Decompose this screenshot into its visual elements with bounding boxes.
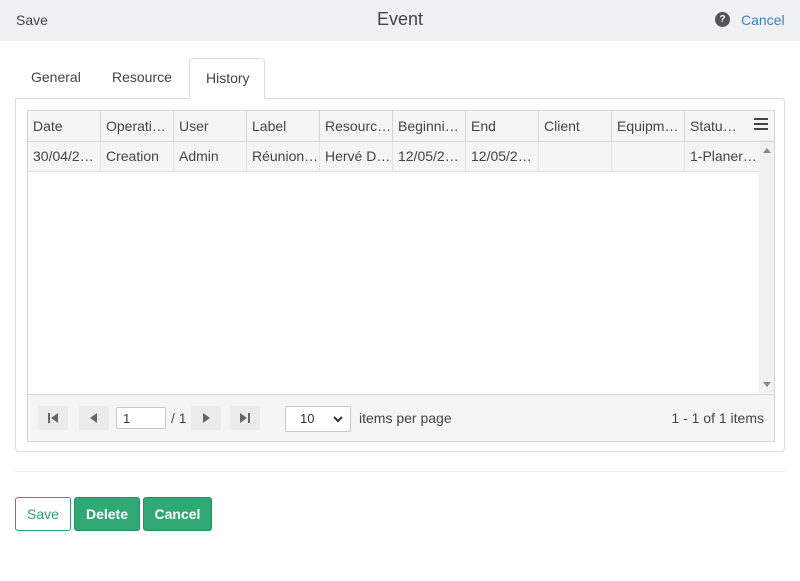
page-count-label: / 1	[171, 410, 187, 426]
history-grid: Date Operati… User Label Resourc… Beginn…	[27, 110, 775, 442]
cell-end: 12/05/2…	[466, 142, 539, 171]
first-page-icon	[48, 413, 58, 423]
grid-pager: / 1 10 items per page 1 - 1 of 1 items	[28, 394, 774, 441]
cell-beginning: 12/05/2…	[393, 142, 466, 171]
next-page-icon	[203, 413, 210, 423]
prev-page-button[interactable]	[79, 406, 109, 430]
help-icon[interactable]: ?	[715, 12, 730, 27]
cell-client	[539, 142, 612, 171]
header-cancel-link[interactable]: Cancel	[741, 12, 785, 28]
save-button[interactable]: Save	[15, 497, 71, 531]
dialog-header: Save Event ? Cancel	[0, 0, 800, 41]
cell-resource: Hervé D…	[320, 142, 393, 171]
column-header-equipment[interactable]: Equipm…	[612, 111, 685, 141]
cell-user: Admin	[174, 142, 247, 171]
last-page-button[interactable]	[230, 406, 260, 430]
page-size-value: 10	[300, 411, 315, 426]
column-header-status[interactable]: Statu…	[685, 111, 751, 141]
cell-status: 1-Planer…	[690, 148, 757, 164]
column-header-end[interactable]: End	[466, 111, 539, 141]
scroll-down-icon[interactable]	[763, 382, 771, 387]
tab-resource[interactable]: Resource	[96, 58, 188, 99]
column-header-operation[interactable]: Operati…	[101, 111, 174, 141]
last-page-icon	[240, 413, 250, 423]
column-header-beginning[interactable]: Beginni…	[393, 111, 466, 141]
column-header-client[interactable]: Client	[539, 111, 612, 141]
column-header-resource[interactable]: Resourc…	[320, 111, 393, 141]
cell-equipment	[612, 142, 685, 171]
column-menu-icon[interactable]	[754, 118, 768, 132]
column-header-user[interactable]: User	[174, 111, 247, 141]
next-page-button[interactable]	[191, 406, 221, 430]
items-range-info: 1 - 1 of 1 items	[671, 410, 764, 426]
column-header-date[interactable]: Date	[28, 111, 101, 141]
footer-divider	[15, 471, 785, 472]
history-panel: Date Operati… User Label Resourc… Beginn…	[15, 98, 785, 452]
cell-operation: Creation	[101, 142, 174, 171]
tab-general[interactable]: General	[15, 58, 97, 99]
items-per-page-label: items per page	[359, 410, 452, 426]
cell-label: Réunion…	[247, 142, 320, 171]
dialog-title: Event	[376, 9, 424, 29]
delete-button[interactable]: Delete	[74, 497, 140, 531]
tab-history[interactable]: History	[189, 58, 265, 99]
grid-header: Date Operati… User Label Resourc… Beginn…	[28, 111, 774, 142]
dialog-content: General Resource History Date Operati… U…	[0, 41, 800, 581]
grid-body: 30/04/2… Creation Admin Réunion… Hervé D…	[28, 142, 759, 393]
chevron-down-icon	[333, 416, 343, 423]
page-size-select[interactable]: 10	[285, 406, 351, 432]
vertical-scrollbar[interactable]	[759, 142, 774, 393]
cell-date: 30/04/2…	[28, 142, 101, 171]
prev-page-icon	[90, 413, 97, 423]
table-row[interactable]: 30/04/2… Creation Admin Réunion… Hervé D…	[28, 142, 759, 172]
cancel-button[interactable]: Cancel	[143, 497, 212, 531]
page-number-input[interactable]	[116, 407, 166, 429]
column-header-label[interactable]: Label	[247, 111, 320, 141]
scroll-up-icon[interactable]	[763, 148, 771, 153]
first-page-button[interactable]	[38, 406, 68, 430]
